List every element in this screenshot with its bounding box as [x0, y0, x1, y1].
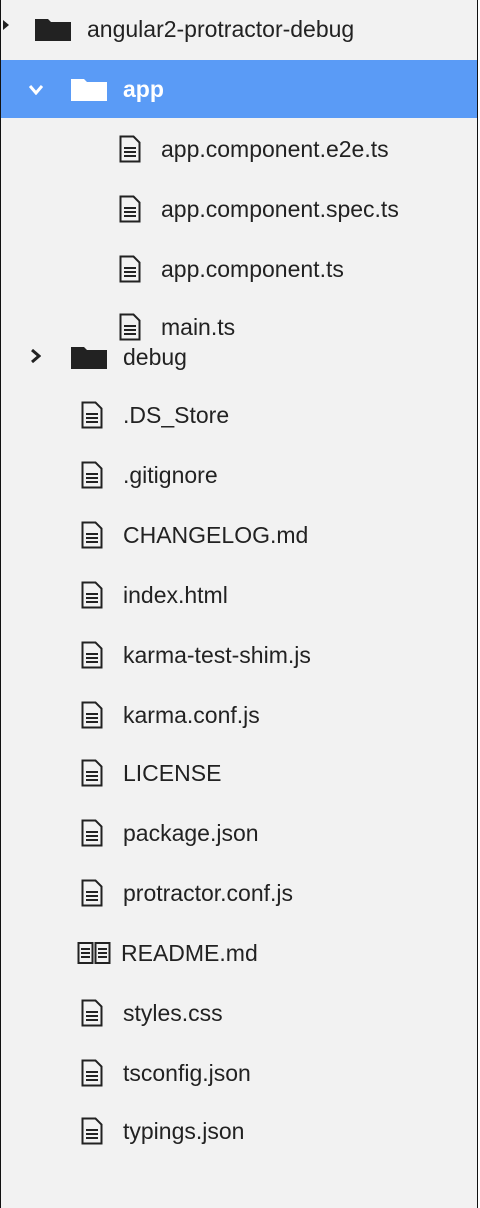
- tree-item-label: CHANGELOG.md: [123, 521, 309, 548]
- tree-item-root-folder[interactable]: angular2-protractor-debug: [1, 0, 477, 58]
- folder-icon: [35, 19, 71, 41]
- file-icon: [81, 461, 103, 489]
- file-icon: [81, 641, 103, 669]
- tree-item-label: LICENSE: [123, 759, 222, 786]
- tree-item-label: app.component.ts: [161, 255, 344, 282]
- file-icon: [81, 819, 103, 847]
- file-icon: [81, 581, 103, 609]
- tree-item-file[interactable]: typings.json: [1, 1102, 477, 1160]
- folder-icon: [71, 79, 107, 101]
- tree-item-file[interactable]: README.md: [1, 924, 477, 982]
- tree-item-label: styles.css: [123, 999, 223, 1026]
- file-icon: [81, 999, 103, 1027]
- tree-item-label: README.md: [121, 939, 258, 966]
- file-icon: [81, 879, 103, 907]
- file-icon: [81, 401, 103, 429]
- tree-item-label: karma-test-shim.js: [123, 641, 311, 668]
- file-tree-panel: angular2-protractor-debug app app.compon…: [0, 0, 478, 1208]
- tree-item-label: index.html: [123, 581, 228, 608]
- tree-item-file[interactable]: app.component.ts: [1, 240, 477, 298]
- tree-item-label: angular2-protractor-debug: [87, 15, 355, 42]
- file-icon: [81, 759, 103, 787]
- tree-item-label: app.component.e2e.ts: [161, 135, 389, 162]
- folder-icon: [71, 347, 107, 369]
- file-icon: [119, 255, 141, 283]
- tree-item-folder-debug-row[interactable]: debug: [1, 328, 477, 386]
- tree-item-file[interactable]: .gitignore: [1, 446, 477, 504]
- tree-item-folder-app[interactable]: app: [1, 60, 477, 118]
- tree-item-label: .gitignore: [123, 461, 218, 488]
- tree-item-label: karma.conf.js: [123, 701, 260, 728]
- tree-item-label: package.json: [123, 819, 259, 846]
- tree-item-file[interactable]: LICENSE: [1, 744, 477, 802]
- tree-item-file[interactable]: app.component.e2e.ts: [1, 120, 477, 178]
- tree-item-label: debug: [123, 343, 187, 370]
- file-icon: [81, 521, 103, 549]
- tree-item-file[interactable]: styles.css: [1, 984, 477, 1042]
- tree-item-file[interactable]: .DS_Store: [1, 386, 477, 444]
- book-icon: [77, 942, 111, 964]
- tree-item-file[interactable]: CHANGELOG.md: [1, 506, 477, 564]
- chevron-down-icon[interactable]: [23, 79, 49, 99]
- file-icon: [81, 1059, 103, 1087]
- file-icon: [119, 195, 141, 223]
- tree-item-label: typings.json: [123, 1117, 245, 1144]
- tree-item-file[interactable]: index.html: [1, 566, 477, 624]
- tree-item-label: tsconfig.json: [123, 1059, 251, 1086]
- tree-item-label: protractor.conf.js: [123, 879, 294, 906]
- file-icon: [81, 701, 103, 729]
- tree-item-label: app.component.spec.ts: [161, 195, 399, 222]
- tree-item-file[interactable]: protractor.conf.js: [1, 864, 477, 922]
- tree-item-file[interactable]: app.component.spec.ts: [1, 180, 477, 238]
- tree-item-file[interactable]: karma-test-shim.js: [1, 626, 477, 684]
- file-icon: [81, 1117, 103, 1145]
- tree-item-file[interactable]: karma.conf.js: [1, 686, 477, 744]
- tree-item-file[interactable]: package.json: [1, 804, 477, 862]
- tree-item-label: app: [123, 75, 164, 102]
- tree-item-file[interactable]: tsconfig.json: [1, 1044, 477, 1102]
- file-icon: [119, 135, 141, 163]
- chevron-right-icon[interactable]: [3, 20, 9, 30]
- tree-item-label: .DS_Store: [123, 401, 230, 428]
- chevron-right-icon[interactable]: [23, 347, 49, 367]
